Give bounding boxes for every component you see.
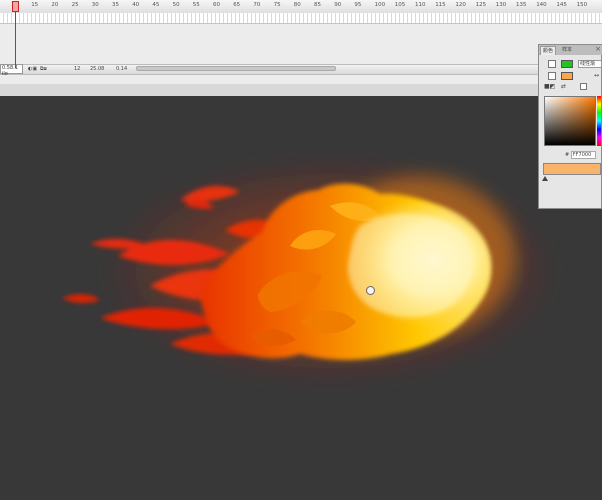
- ruler-number: 95: [354, 2, 362, 8]
- overflow-icon[interactable]: ↔: [594, 72, 599, 79]
- elapsed-readout: 25.08: [90, 66, 105, 72]
- ruler-number: 90: [334, 2, 342, 8]
- tab-swatches[interactable]: 样本: [560, 46, 574, 54]
- ruler-number: 65: [233, 2, 241, 8]
- gradient-bar[interactable]: [543, 163, 601, 175]
- ruler-number: 75: [273, 2, 281, 8]
- ruler-number: 120: [455, 2, 466, 8]
- swap-colors-icon[interactable]: ⇄: [561, 83, 566, 90]
- onion-skin-icon[interactable]: ◐▣: [28, 66, 37, 72]
- ruler-number: 105: [394, 2, 406, 8]
- color-panel: 颜色 样本 × 线性渐 ↔ ■◩ ⇄ # FF7000: [538, 44, 602, 209]
- ruler-number: 60: [213, 2, 220, 8]
- ruler-number: 125: [475, 2, 487, 8]
- ruler-number: 140: [536, 2, 547, 8]
- ruler-number: 80: [293, 2, 301, 8]
- ruler-number: 25: [71, 2, 79, 8]
- ruler-number: 20: [51, 2, 59, 8]
- fps-readout: 12: [74, 66, 81, 72]
- hue-slider[interactable]: [597, 96, 601, 146]
- ruler-number: 150: [576, 2, 588, 8]
- panel-tabs: 颜色 样本 ×: [539, 45, 602, 55]
- ruler-number: 100: [374, 2, 386, 8]
- ruler-number: 85: [314, 2, 321, 8]
- fireball-artwork: [62, 156, 560, 386]
- cursor-icon: [366, 286, 375, 295]
- timeline-scrollbar[interactable]: [136, 66, 336, 71]
- gradient-stop-handle[interactable]: [542, 176, 548, 181]
- ruler-number: 40: [132, 2, 140, 8]
- fill-color-swatch[interactable]: [561, 72, 573, 80]
- playhead[interactable]: [12, 1, 19, 12]
- timeline-panel: 1015202530354045505560657075808590951001…: [0, 0, 602, 84]
- ruler-number: 70: [253, 2, 261, 8]
- bucket-icon[interactable]: [548, 72, 556, 80]
- frame-ruler[interactable]: 1015202530354045505560657075808590951001…: [0, 0, 602, 14]
- layer-area[interactable]: [0, 24, 602, 64]
- ruler-number: 135: [516, 2, 527, 8]
- stage-edge: [0, 84, 602, 96]
- frame-track[interactable]: [0, 13, 602, 24]
- hex-input[interactable]: FF7000: [570, 151, 596, 159]
- close-icon[interactable]: ×: [595, 45, 601, 53]
- tab-color[interactable]: 颜色: [540, 46, 557, 55]
- ruler-number: 30: [91, 2, 99, 8]
- frame-counter: 0.14: [116, 66, 128, 72]
- linear-rgb-checkbox[interactable]: [580, 83, 587, 90]
- pencil-icon[interactable]: [548, 60, 556, 68]
- ruler-number: 15: [31, 2, 39, 8]
- ruler-number: 110: [415, 2, 426, 8]
- ruler-number: 45: [152, 2, 160, 8]
- color-type-select[interactable]: 线性渐: [578, 60, 602, 68]
- stroke-color-swatch[interactable]: [561, 60, 573, 68]
- ruler-number: 50: [172, 2, 180, 8]
- ruler-number: 145: [556, 2, 567, 8]
- hex-row: # FF7000: [565, 151, 596, 159]
- saturation-value-picker[interactable]: [544, 96, 596, 146]
- playhead-line: [15, 12, 16, 68]
- ruler-number: 115: [435, 2, 446, 8]
- ruler-number: 130: [495, 2, 507, 8]
- edit-multiple-frames-icon[interactable]: ⧉⧈: [40, 66, 47, 72]
- ruler-number: 35: [112, 2, 119, 8]
- hex-label: #: [565, 152, 570, 158]
- ruler-number: 55: [192, 2, 200, 8]
- time-readout: 0.58.1 ilo: [0, 64, 23, 77]
- default-colors-icon[interactable]: ■◩: [544, 83, 555, 90]
